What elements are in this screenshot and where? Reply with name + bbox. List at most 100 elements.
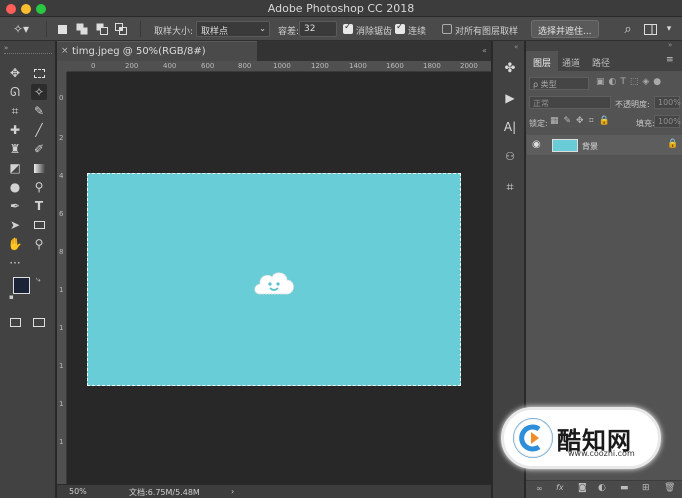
plugin-icon[interactable]: ✤ (501, 59, 519, 77)
move-tool-icon[interactable]: ✥ (7, 65, 23, 81)
horizontal-ruler[interactable]: 0 200 400 600 800 1000 1200 1400 1600 18… (67, 61, 491, 72)
blur-tool-icon[interactable]: ● (7, 179, 23, 195)
ruler-tick: 0 (59, 94, 64, 102)
options-bar: ✧▾ 取样大小: 取样点 ⌄ 容差: 32 消除锯齿 连续 对所有图层取样 选择… (0, 17, 682, 41)
character-icon[interactable]: A| (501, 118, 519, 136)
ruler-tick: 8 (59, 248, 64, 256)
filter-icons[interactable]: ▣◐T⬚◈● (596, 77, 680, 90)
status-menu-icon[interactable]: › (231, 487, 234, 496)
lock-label: 锁定: (529, 119, 548, 128)
eraser-tool-icon[interactable]: ◩ (7, 160, 23, 176)
close-tab-icon[interactable]: × (61, 46, 69, 56)
sample-size-value: 取样点 (201, 27, 229, 37)
collapse-arrows-icon[interactable]: » (4, 44, 8, 52)
ruler-tick: 600 (201, 62, 215, 70)
new-selection-icon[interactable] (55, 22, 69, 36)
layer-name[interactable]: 背景 (582, 141, 598, 152)
status-bar: 50% 文档:6.75M/5.48M › (57, 484, 491, 498)
lasso-tool-icon[interactable]: ᘏ (7, 84, 23, 100)
more-tools-icon[interactable]: ··· (7, 255, 23, 271)
select-and-mask-button[interactable]: 选择并遮住... (531, 20, 599, 38)
workspace-icon[interactable] (642, 21, 658, 37)
fill-input[interactable]: 100% (654, 115, 681, 128)
crop-panel-icon[interactable]: ⌗ (501, 178, 519, 196)
zoom-level[interactable]: 50% (69, 487, 87, 496)
ruler-tick: 4 (59, 172, 64, 180)
blend-mode-select[interactable]: 正常 (529, 96, 611, 109)
watermark-logo-icon (513, 418, 553, 458)
clone-stamp-tool-icon[interactable]: ♜ (7, 141, 23, 157)
new-layer-icon[interactable]: ⊞ (642, 483, 650, 493)
tolerance-input[interactable]: 32 (299, 21, 337, 37)
dodge-tool-icon[interactable]: ⚲ (31, 179, 47, 195)
add-mask-icon[interactable]: ◙ (578, 483, 587, 493)
anti-alias-label: 消除锯齿 (356, 27, 393, 37)
tab-paths[interactable]: 路径 (592, 56, 610, 69)
panel-menu-icon[interactable]: ≡ (666, 55, 674, 65)
crop-tool-icon[interactable]: ⌗ (7, 103, 23, 119)
screen-mode-icon[interactable] (31, 314, 47, 330)
cloud-mascot-icon (254, 272, 294, 295)
sample-all-layers-label: 对所有图层取样 (455, 27, 519, 37)
contiguous-label: 连续 (408, 27, 427, 37)
eye-visibility-icon[interactable]: ◉ (532, 139, 541, 150)
swap-colors-icon[interactable]: ⤷ (36, 275, 40, 285)
tolerance-label: 容差: (278, 27, 300, 37)
ruler-tick: 2 (59, 134, 64, 142)
magic-wand-preset-icon[interactable]: ✧▾ (6, 21, 36, 37)
layer-style-icon[interactable]: fx (556, 483, 564, 492)
collapse-icon[interactable]: » (668, 41, 672, 49)
anti-alias-checkbox[interactable] (343, 22, 353, 34)
hand-tool-icon[interactable]: ✋ (7, 236, 23, 252)
path-selection-tool-icon[interactable]: ➤ (7, 217, 23, 233)
healing-brush-tool-icon[interactable]: ✚ (7, 122, 23, 138)
gradient-tool-icon[interactable] (31, 160, 47, 176)
brush-tool-icon[interactable]: ╱ (31, 122, 47, 138)
link-layers-icon[interactable]: ∞ (536, 484, 543, 493)
pen-tool-icon[interactable]: ✒ (7, 198, 23, 214)
eyedropper-tool-icon[interactable]: ✎ (31, 103, 47, 119)
contiguous-checkbox[interactable] (395, 22, 405, 34)
quick-mask-icon[interactable] (7, 314, 23, 330)
tab-layers[interactable]: 图层 (533, 56, 551, 69)
ruler-tick: 1 (59, 438, 64, 446)
expand-icon[interactable]: « (514, 43, 518, 51)
default-colors-icon[interactable]: ▪ (9, 293, 14, 301)
history-brush-tool-icon[interactable]: ✐ (31, 141, 47, 157)
ruler-tick: 0 (91, 62, 96, 70)
opacity-input[interactable]: 100% (654, 96, 681, 109)
foreground-color-swatch[interactable] (13, 277, 30, 294)
layer-row[interactable] (527, 135, 682, 155)
add-to-selection-icon[interactable] (75, 22, 89, 36)
window-title: Adobe Photoshop CC 2018 (267, 2, 415, 15)
zoom-tool-icon[interactable]: ⚲ (31, 236, 47, 252)
marquee-tool-icon[interactable] (31, 65, 47, 81)
new-group-icon[interactable]: ▬ (620, 483, 629, 493)
opacity-label: 不透明度: (615, 100, 650, 109)
tab-channels[interactable]: 通道 (562, 56, 580, 69)
intersect-selection-icon[interactable] (114, 22, 128, 36)
subtract-from-selection-icon[interactable] (95, 22, 109, 36)
rectangle-tool-icon[interactable] (31, 217, 47, 233)
ruler-tick: 6 (59, 210, 64, 218)
lock-icons[interactable]: ▦✎✥⌗🔒 (550, 116, 615, 126)
type-tool-icon[interactable]: T (31, 198, 47, 214)
adjustment-layer-icon[interactable]: ◐ (598, 483, 606, 493)
ruler-tick: 800 (238, 62, 252, 70)
document-tab[interactable]: × timg.jpeg @ 50%(RGB/8#) (57, 41, 257, 61)
magic-wand-tool-icon[interactable]: ✧ (31, 84, 47, 100)
sample-size-select[interactable]: 取样点 ⌄ (196, 21, 270, 37)
sample-all-layers-checkbox[interactable] (442, 24, 452, 34)
chevron-down-icon[interactable]: ▾ (661, 21, 677, 37)
vertical-ruler[interactable]: 0 2 4 6 8 1 1 1 1 1 (57, 72, 67, 484)
layer-thumbnail (552, 139, 578, 152)
tools-panel: » ✥ ᘏ ✧ ⌗ ✎ ✚ ╱ ♜ ✐ ◩ ● ⚲ ✒ T ➤ ✋ ⚲ ··· … (0, 41, 56, 498)
tab-strip (257, 41, 491, 61)
filter-kind-select[interactable]: ρ 类型 (529, 77, 589, 90)
play-actions-icon[interactable]: ▶ (501, 89, 519, 107)
adjustments-icon[interactable]: ⚇ (501, 147, 519, 165)
trash-icon[interactable]: 🗑 (664, 483, 675, 493)
search-icon[interactable]: ⌕ (620, 21, 636, 37)
collapse-icon[interactable]: « (482, 46, 487, 55)
ruler-tick: 1000 (273, 62, 291, 70)
